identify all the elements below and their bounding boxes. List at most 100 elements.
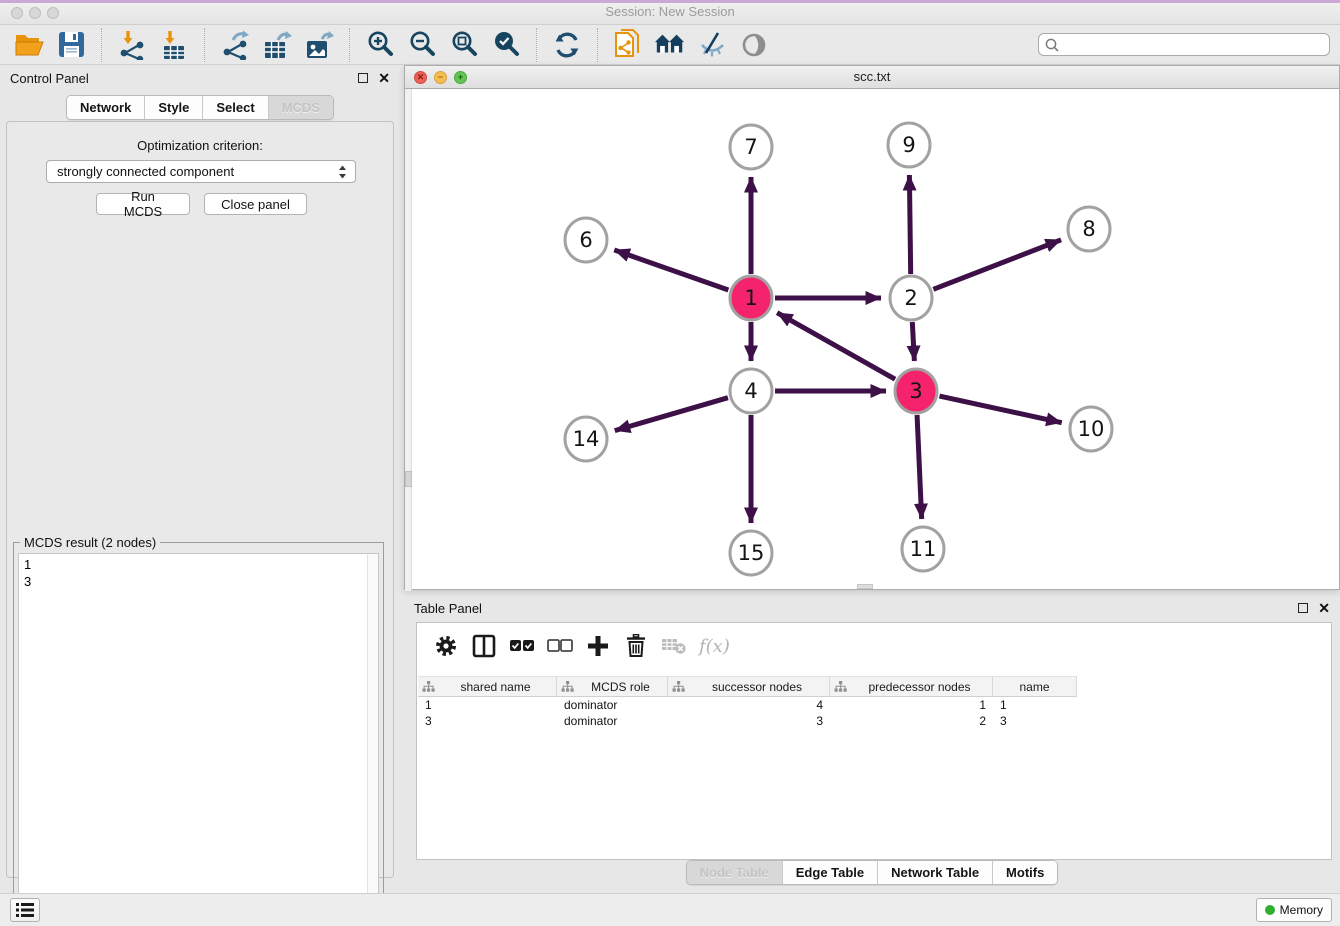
table-tab-network-table[interactable]: Network Table: [877, 861, 992, 884]
close-panel-icon[interactable]: ✕: [1318, 603, 1330, 613]
column-header-predecessor-nodes[interactable]: predecessor nodes: [830, 676, 993, 697]
graph-node-label-3: 3: [909, 379, 922, 403]
window-minimize-button[interactable]: [29, 7, 41, 19]
delete-row-icon[interactable]: [621, 631, 651, 661]
zoom-selected-icon[interactable]: [490, 29, 522, 61]
table-options-icon[interactable]: [431, 631, 461, 661]
table-row[interactable]: 3dominator323: [418, 713, 1077, 729]
memory-button[interactable]: Memory: [1256, 898, 1332, 922]
window-close-button[interactable]: [11, 7, 23, 19]
refresh-view-icon[interactable]: [551, 29, 583, 61]
select-stepper-icon: [338, 165, 347, 179]
add-row-icon[interactable]: [583, 631, 613, 661]
search-input[interactable]: [1038, 33, 1330, 56]
table-cell[interactable]: dominator: [557, 697, 668, 713]
float-panel-icon[interactable]: [358, 73, 368, 83]
table-cell[interactable]: 1: [418, 697, 557, 713]
float-panel-icon[interactable]: [1298, 603, 1308, 613]
mcds-result-text[interactable]: 13: [18, 553, 379, 917]
network-view-window: ✕ − + scc.txt 7968124314101511: [404, 65, 1340, 590]
tab-mcds[interactable]: MCDS: [268, 96, 333, 119]
control-panel-tabs: NetworkStyleSelectMCDS: [0, 95, 400, 120]
import-network-icon[interactable]: [116, 29, 148, 61]
scrollbar-handle[interactable]: [405, 471, 412, 487]
graph-node-label-15: 15: [738, 541, 765, 565]
mcds-result-line: 1: [24, 556, 373, 573]
mcds-result-title: MCDS result (2 nodes): [20, 535, 160, 550]
node-table[interactable]: shared nameMCDS rolesuccessor nodesprede…: [418, 676, 1077, 729]
graph-node-label-9: 9: [902, 133, 915, 157]
control-panel: Control Panel ✕ NetworkStyleSelectMCDS O…: [0, 65, 400, 886]
network-window-titlebar[interactable]: ✕ − + scc.txt: [405, 66, 1339, 89]
edge-4-14[interactable]: [615, 398, 728, 431]
first-neighbors-icon[interactable]: [654, 29, 686, 61]
table-header-row: shared nameMCDS rolesuccessor nodesprede…: [418, 676, 1077, 697]
edge-3-11[interactable]: [917, 415, 922, 519]
network-horizontal-scrollbar[interactable]: [857, 584, 873, 589]
tab-style[interactable]: Style: [144, 96, 202, 119]
column-header-name[interactable]: name: [993, 676, 1077, 697]
task-history-button[interactable]: [10, 898, 40, 922]
edge-2-3[interactable]: [912, 322, 914, 361]
edge-1-6[interactable]: [614, 250, 728, 290]
table-cell[interactable]: 3: [993, 713, 1077, 729]
table-row[interactable]: 1dominator411: [418, 697, 1077, 713]
edge-3-10[interactable]: [939, 396, 1061, 423]
table-cell[interactable]: 4: [668, 697, 830, 713]
hide-selected-icon[interactable]: [696, 29, 728, 61]
table-cell[interactable]: 3: [418, 713, 557, 729]
export-table-icon[interactable]: [261, 29, 293, 61]
network-window-title: scc.txt: [405, 66, 1339, 88]
network-graph-canvas[interactable]: 7968124314101511: [405, 89, 1340, 591]
table-cell[interactable]: 1: [830, 697, 993, 713]
window-titlebar: Session: New Session: [0, 0, 1340, 25]
mcds-result-scrollbar[interactable]: [367, 554, 378, 916]
criterion-select[interactable]: strongly connected component: [46, 160, 356, 183]
edge-3-1[interactable]: [777, 313, 895, 379]
show-all-icon[interactable]: [738, 29, 770, 61]
table-cell[interactable]: 3: [668, 713, 830, 729]
tab-select[interactable]: Select: [202, 96, 267, 119]
edge-2-8[interactable]: [933, 240, 1061, 289]
close-panel-icon[interactable]: ✕: [378, 73, 390, 83]
show-column-icon[interactable]: [469, 631, 499, 661]
tab-network[interactable]: Network: [67, 96, 144, 119]
run-mcds-button[interactable]: Run MCDS: [96, 193, 190, 215]
column-header-MCDS-role[interactable]: MCDS role: [557, 676, 668, 697]
close-panel-button[interactable]: Close panel: [204, 193, 307, 215]
table-tab-node-table[interactable]: Node Table: [687, 861, 782, 884]
deselect-all-icon[interactable]: [545, 631, 575, 661]
table-tab-motifs[interactable]: Motifs: [992, 861, 1057, 884]
table-tab-edge-table[interactable]: Edge Table: [782, 861, 877, 884]
network-close-button[interactable]: ✕: [414, 71, 427, 84]
toolbar-separator: [204, 28, 205, 62]
delete-table-icon[interactable]: [659, 631, 689, 661]
network-minimize-button[interactable]: −: [434, 71, 447, 84]
table-cell[interactable]: 2: [830, 713, 993, 729]
column-header-shared-name[interactable]: shared name: [418, 676, 557, 697]
list-icon: [16, 903, 34, 917]
window-zoom-button[interactable]: [47, 7, 59, 19]
mcds-result-fieldset: MCDS result (2 nodes) 13: [13, 542, 384, 922]
table-cell[interactable]: 1: [993, 697, 1077, 713]
table-panel-header: Table Panel ✕: [404, 595, 1340, 621]
export-network-icon[interactable]: [219, 29, 251, 61]
search-box: [1038, 33, 1330, 56]
open-session-icon[interactable]: [13, 29, 45, 61]
edge-2-9[interactable]: [909, 175, 910, 274]
export-image-icon[interactable]: [303, 29, 335, 61]
column-header-successor-nodes[interactable]: successor nodes: [668, 676, 830, 697]
select-all-icon[interactable]: [507, 631, 537, 661]
toolbar-separator: [597, 28, 598, 62]
zoom-fit-icon[interactable]: [448, 29, 480, 61]
table-cell[interactable]: dominator: [557, 713, 668, 729]
network-maximize-button[interactable]: +: [454, 71, 467, 84]
save-session-icon[interactable]: [55, 29, 87, 61]
function-builder-icon[interactable]: f(x): [699, 636, 730, 657]
table-panel: Table Panel ✕: [404, 595, 1340, 890]
clone-network-icon[interactable]: [612, 29, 644, 61]
import-table-icon[interactable]: [158, 29, 190, 61]
zoom-in-icon[interactable]: [364, 29, 396, 61]
network-vertical-scrollbar[interactable]: [405, 89, 412, 591]
zoom-out-icon[interactable]: [406, 29, 438, 61]
